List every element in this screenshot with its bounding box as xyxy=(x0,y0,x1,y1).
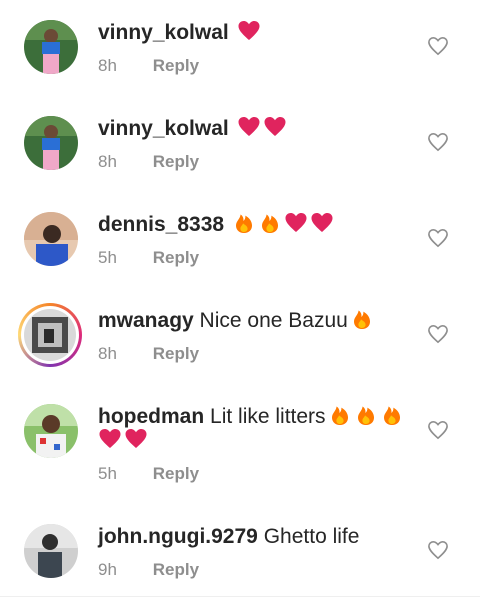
avatar[interactable] xyxy=(24,20,78,74)
avatar xyxy=(24,309,76,361)
comment-line: john.ngugi.9279 Ghetto life xyxy=(98,523,359,551)
comment-username[interactable]: dennis_8338 xyxy=(98,213,224,236)
like-heart-icon[interactable] xyxy=(427,228,449,248)
comment-username[interactable]: hopedman xyxy=(98,405,204,428)
comment-meta: 9h Reply xyxy=(98,560,199,580)
avatar-photo xyxy=(24,20,78,74)
reply-button[interactable]: Reply xyxy=(153,560,199,579)
comment-time: 8h xyxy=(98,344,117,363)
comment-text: Nice one Bazuu xyxy=(199,309,348,332)
avatar[interactable] xyxy=(24,404,78,458)
comment-item: hopedman Lit like litters 5h Reply xyxy=(0,404,480,504)
comment-meta: 8h Reply xyxy=(98,344,199,364)
comment-time: 9h xyxy=(98,560,117,579)
comment-meta: 8h Reply xyxy=(98,152,199,172)
reply-button[interactable]: Reply xyxy=(153,152,199,171)
avatar-photo xyxy=(24,524,78,578)
reply-button[interactable]: Reply xyxy=(153,344,199,363)
heart-emoji xyxy=(264,117,286,136)
heart-emoji xyxy=(125,429,147,448)
fire-emoji xyxy=(383,406,400,425)
avatar-photo xyxy=(24,404,78,458)
comment-meta: 8h Reply xyxy=(98,56,199,76)
fire-emoji xyxy=(235,214,252,233)
comment-item: vinny_kolwal 8h Reply xyxy=(0,20,480,100)
reply-button[interactable]: Reply xyxy=(153,248,199,267)
comment-item: vinny_kolwal 8h Reply xyxy=(0,116,480,196)
comment-text: Lit like litters xyxy=(210,405,326,428)
comment-line: mwanagy Nice one Bazuu xyxy=(98,307,374,335)
comment-time: 5h xyxy=(98,248,117,267)
comment-meta: 5h Reply xyxy=(98,248,199,268)
avatar[interactable] xyxy=(24,116,78,170)
comment-text: Ghetto life xyxy=(263,525,360,548)
heart-emoji xyxy=(99,429,121,448)
heart-emoji xyxy=(285,213,307,232)
comment-time: 5h xyxy=(98,464,117,483)
avatar[interactable] xyxy=(24,524,78,578)
comment-item: mwanagy Nice one Bazuu 8h Reply xyxy=(0,303,480,388)
avatar-story-ring[interactable] xyxy=(18,303,82,367)
comment-line-2 xyxy=(98,427,148,455)
comment-line: vinny_kolwal xyxy=(98,115,287,143)
like-heart-icon[interactable] xyxy=(427,36,449,56)
fire-emoji xyxy=(261,214,278,233)
comment-line: vinny_kolwal xyxy=(98,19,261,47)
comment-item: dennis_8338 5h Reply xyxy=(0,212,480,292)
avatar-photo xyxy=(24,212,78,266)
fire-emoji xyxy=(353,310,370,329)
avatar[interactable] xyxy=(24,212,78,266)
reply-button[interactable]: Reply xyxy=(153,56,199,75)
comment-username[interactable]: vinny_kolwal xyxy=(98,117,229,140)
bottom-divider xyxy=(0,596,480,597)
comment-line: dennis_8338 xyxy=(98,211,334,239)
like-heart-icon[interactable] xyxy=(427,540,449,560)
comment-time: 8h xyxy=(98,152,117,171)
heart-emoji xyxy=(311,213,333,232)
heart-emoji xyxy=(238,21,260,40)
fire-emoji xyxy=(331,406,348,425)
heart-emoji xyxy=(238,117,260,136)
comment-username[interactable]: john.ngugi.9279 xyxy=(98,525,258,548)
comment-username[interactable]: mwanagy xyxy=(98,309,194,332)
avatar-photo xyxy=(24,309,76,361)
comment-meta: 5h Reply xyxy=(98,464,199,484)
fire-emoji xyxy=(357,406,374,425)
comment-username[interactable]: vinny_kolwal xyxy=(98,21,229,44)
avatar-photo xyxy=(24,116,78,170)
comment-item: john.ngugi.9279 Ghetto life 9h Reply xyxy=(0,524,480,596)
reply-button[interactable]: Reply xyxy=(153,464,199,483)
like-heart-icon[interactable] xyxy=(427,324,449,344)
like-heart-icon[interactable] xyxy=(427,420,449,440)
comment-time: 8h xyxy=(98,56,117,75)
like-heart-icon[interactable] xyxy=(427,132,449,152)
